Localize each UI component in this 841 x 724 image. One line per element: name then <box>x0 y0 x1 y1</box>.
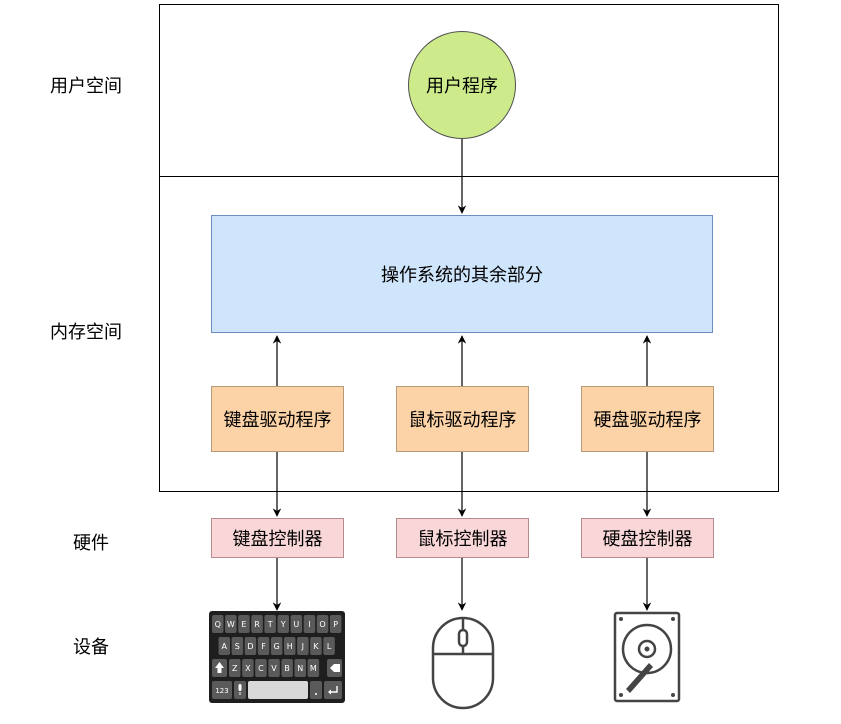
key-label-i: I <box>308 620 310 629</box>
keyboard-icon: QWERTYUIOP ASDFGHJKL ZXCVBNM 123 <box>209 611 345 703</box>
key-label-e: E <box>241 620 246 629</box>
key-label-m: M <box>310 664 317 673</box>
key-label-v: V <box>271 664 277 673</box>
key-label-x: X <box>245 664 251 673</box>
key-label-s: S <box>235 642 240 651</box>
numeric-key-label: 123 <box>215 687 228 695</box>
key-label-l: L <box>327 642 332 651</box>
key-label-k: K <box>313 642 319 651</box>
key-label-a: A <box>222 642 228 651</box>
key-label-b: B <box>284 664 290 673</box>
key-label-h: H <box>287 642 293 651</box>
key-label-n: N <box>297 664 303 673</box>
mouse-icon <box>431 616 495 710</box>
keyboard-row-3: ZXCVBNM <box>229 659 320 677</box>
key-label-g: G <box>274 642 280 651</box>
key-label-p: P <box>333 620 338 629</box>
key-label-y: Y <box>280 620 286 629</box>
key-label-f: F <box>261 642 266 651</box>
key-label-o: O <box>319 620 325 629</box>
space-key <box>248 681 308 699</box>
enter-key <box>324 681 342 699</box>
key-label-c: C <box>258 664 264 673</box>
period-key <box>310 681 322 699</box>
key-label-q: Q <box>215 620 221 629</box>
key-label-j: J <box>301 642 304 651</box>
hard-disk-icon <box>613 611 681 703</box>
keyboard-row-2: ASDFGHJKL <box>218 637 335 655</box>
key-label-w: W <box>227 620 235 629</box>
key-label-r: R <box>254 620 260 629</box>
key-label-t: T <box>267 620 273 629</box>
key-label-u: U <box>293 620 299 629</box>
key-label-z: Z <box>232 664 238 673</box>
key-label-d: D <box>247 642 253 651</box>
connector-arrows <box>272 139 652 611</box>
